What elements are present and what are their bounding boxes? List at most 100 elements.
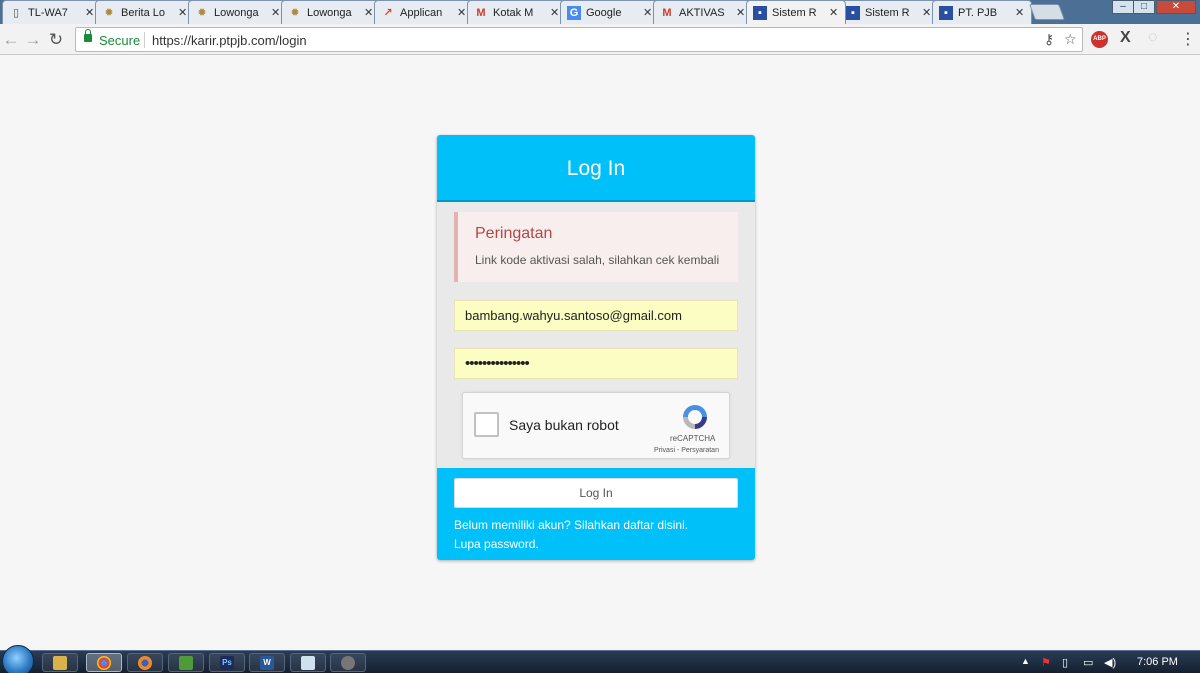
extension-x-icon[interactable]: X [1120, 29, 1131, 47]
menu-icon[interactable]: ⋮ [1180, 29, 1196, 49]
email-field[interactable]: bambang.wahyu.santoso@gmail.com [454, 300, 738, 331]
volume-icon[interactable]: ◀) [1104, 656, 1116, 669]
taskbar-app[interactable] [330, 653, 366, 672]
tab-label: PT. PJB [958, 6, 998, 19]
login-card: Log In Peringatan Link kode aktivasi sal… [437, 135, 755, 560]
taskbar-firefox[interactable] [127, 653, 163, 672]
alert-message: Link kode aktivasi salah, silahkan cek k… [475, 253, 720, 267]
tab-close-icon[interactable]: ✕ [178, 6, 188, 19]
forward-button[interactable]: → [23, 30, 43, 50]
garuda-icon: ✹ [197, 7, 207, 19]
chrome-icon [97, 655, 111, 670]
taskbar-photoshop[interactable]: Ps [209, 653, 245, 672]
taskbar-explorer[interactable] [42, 653, 78, 672]
forgot-password-link[interactable]: Lupa password. [454, 537, 539, 551]
tab-label: Kotak M [493, 6, 534, 19]
tab-close-icon[interactable]: ✕ [1015, 6, 1025, 19]
network-icon[interactable]: ▭ [1083, 656, 1093, 669]
tab-label: Sistem R [865, 6, 910, 19]
gmail-icon: M [476, 6, 486, 19]
taskbar-notepad[interactable] [290, 653, 326, 672]
power-icon[interactable]: ▯ [1062, 656, 1068, 669]
taskbar-chrome[interactable] [86, 653, 122, 672]
register-link[interactable]: Belum memiliki akun? Silahkan daftar dis… [454, 518, 688, 532]
browser-tab-strip: ▯ TL-WA7 ✕ ✹ Berita Lo ✕ ✹ Lowonga ✕ ✹ Lowonga ✕ ↗ Ap… [0, 0, 1200, 24]
browser-tab[interactable]: ▯ TL-WA7 ✕ [2, 0, 102, 24]
recaptcha-brand: reCAPTCHA [670, 434, 716, 443]
reload-button[interactable]: ↻ [46, 30, 66, 50]
tab-close-icon[interactable]: ✕ [922, 6, 932, 19]
browser-tab[interactable]: M AKTIVAS ✕ [653, 0, 753, 24]
photoshop-icon: Ps [220, 655, 234, 670]
tab-close-icon[interactable]: ✕ [271, 6, 281, 19]
recaptcha-checkbox[interactable] [474, 412, 499, 437]
login-button[interactable]: Log In [454, 478, 738, 508]
bookmark-star-icon[interactable]: ☆ [1064, 31, 1077, 48]
windows-taskbar: Ps W ▲ ⚑ ▯ ▭ ◀) 7:06 PM [0, 645, 1200, 673]
browser-tab[interactable]: G Google ✕ [560, 0, 660, 24]
new-tab-button[interactable] [1029, 4, 1065, 20]
maximize-button[interactable]: □ [1133, 0, 1155, 14]
tab-label: Applican [400, 6, 443, 19]
extension-disabled-icon[interactable]: ◌ [1148, 29, 1158, 47]
browser-tab[interactable]: ✹ Berita Lo ✕ [95, 0, 195, 24]
browser-tab[interactable]: M Kotak M ✕ [467, 0, 567, 24]
browser-toolbar: ← → ↻ Secure https://karir.ptpjb.com/log… [0, 24, 1200, 55]
tab-close-icon[interactable]: ✕ [364, 6, 374, 19]
word-icon: W [260, 655, 274, 670]
pjb-icon: ▪ [939, 5, 953, 20]
pjb-icon: ▪ [753, 5, 767, 20]
tab-close-icon[interactable]: ✕ [550, 6, 560, 19]
users-icon [179, 655, 193, 670]
browser-tab[interactable]: ▪ PT. PJB ✕ [932, 0, 1032, 24]
folder-icon [53, 655, 67, 670]
tab-close-icon[interactable]: ✕ [457, 6, 467, 19]
tab-label: AKTIVAS [679, 6, 725, 19]
tab-label: Sistem R [772, 6, 817, 19]
login-footer: Log In Belum memiliki akun? Silahkan daf… [437, 468, 755, 560]
password-field[interactable]: ••••••••••••••• [454, 348, 738, 379]
action-center-icon[interactable]: ⚑ [1041, 656, 1051, 669]
google-icon: G [567, 5, 581, 20]
show-hidden-icons[interactable]: ▲ [1021, 656, 1030, 666]
tab-label: Lowonga [307, 6, 352, 19]
browser-tab[interactable]: ✹ Lowonga ✕ [188, 0, 288, 24]
recaptcha-label: Saya bukan robot [509, 417, 619, 433]
start-button[interactable] [2, 645, 34, 673]
tab-label: Lowonga [214, 6, 259, 19]
gmail-icon: M [662, 6, 672, 19]
tab-close-icon[interactable]: ✕ [85, 6, 95, 19]
garuda-icon: ✹ [104, 7, 114, 19]
warning-alert: Peringatan Link kode aktivasi salah, sil… [454, 212, 738, 282]
taskbar-users[interactable] [168, 653, 204, 672]
address-url[interactable]: https://karir.ptpjb.com/login [152, 33, 307, 48]
tab-close-icon[interactable]: ✕ [736, 6, 746, 19]
tab-close-icon[interactable]: ✕ [829, 6, 839, 19]
tab-label: TL-WA7 [28, 6, 68, 19]
address-bar[interactable]: Secure https://karir.ptpjb.com/login ⚷ ☆ [75, 27, 1083, 52]
key-icon[interactable]: ⚷ [1044, 31, 1054, 48]
taskbar-clock[interactable]: 7:06 PM [1137, 656, 1178, 668]
recaptcha-privacy-links[interactable]: Privasi - Persyaratan [654, 447, 719, 454]
browser-tab[interactable]: ✹ Lowonga ✕ [281, 0, 381, 24]
lock-icon [84, 29, 92, 42]
address-separator [144, 32, 145, 48]
recaptcha-logo-icon [683, 405, 707, 429]
login-title: Log In [566, 157, 626, 180]
minimize-button[interactable]: – [1112, 0, 1134, 14]
secure-label: Secure [99, 33, 141, 48]
back-button[interactable]: ← [1, 30, 21, 50]
tab-label: Google [586, 6, 622, 19]
tab-close-icon[interactable]: ✕ [643, 6, 653, 19]
login-header: Log In [437, 135, 755, 202]
close-window-button[interactable]: ✕ [1156, 0, 1196, 14]
taskbar-word[interactable]: W [249, 653, 285, 672]
recaptcha-widget: Saya bukan robot reCAPTCHA Privasi - Per… [462, 392, 730, 459]
browser-tab[interactable]: ▪ Sistem R ✕ [746, 0, 846, 24]
garuda-icon: ✹ [290, 7, 300, 19]
tab-label: Berita Lo [121, 6, 166, 19]
browser-tab[interactable]: ▪ Sistem R ✕ [839, 0, 939, 24]
notepad-icon [301, 655, 315, 670]
adblock-plus-icon[interactable]: ABP [1091, 31, 1108, 48]
browser-tab[interactable]: ↗ Applican ✕ [374, 0, 474, 24]
